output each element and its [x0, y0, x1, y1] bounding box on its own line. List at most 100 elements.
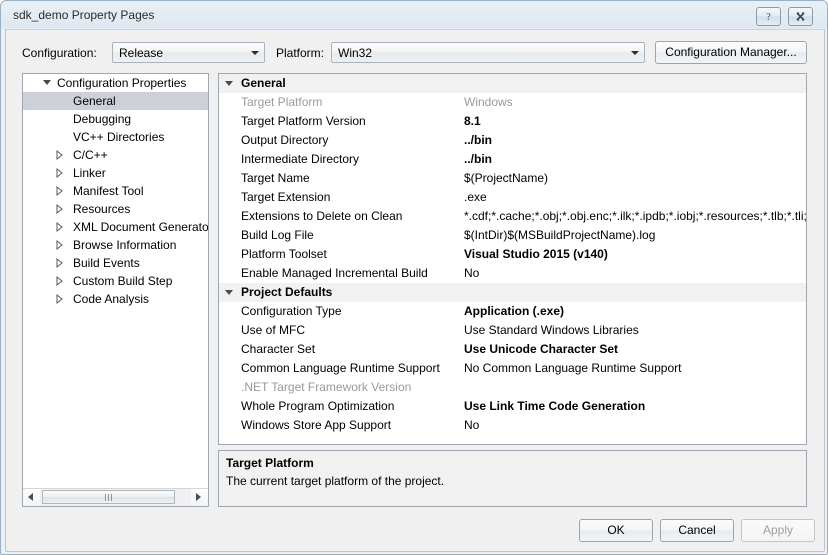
property-row-target-extension[interactable]: Target Extension .exe [219, 188, 806, 207]
property-value[interactable]: Application (.exe) [464, 302, 564, 321]
tree-item-label: Resources [73, 200, 130, 218]
tree-item-label: Code Analysis [73, 290, 149, 308]
tree-item-label: Build Events [73, 254, 140, 272]
property-row-whole-program-optimization[interactable]: Whole Program OptimizationUse Link Time … [219, 397, 806, 416]
property-name: Platform Toolset [241, 245, 327, 264]
property-pages-dialog: sdk_demo Property Pages ? Configuration:… [0, 0, 828, 555]
help-button[interactable]: ? [756, 7, 781, 26]
tree-item-manifest-tool[interactable]: Manifest Tool [23, 182, 208, 200]
arrow-left-icon[interactable] [23, 489, 40, 505]
property-value[interactable]: Windows [464, 93, 513, 112]
tree-horizontal-scrollbar[interactable] [23, 488, 208, 506]
property-name: Target Extension [241, 188, 330, 207]
property-value[interactable]: Use Link Time Code Generation [464, 397, 645, 416]
tree-item-linker[interactable]: Linker [23, 164, 208, 182]
triangle-right-icon[interactable] [56, 240, 63, 250]
close-icon [794, 10, 807, 23]
property-value[interactable]: Use Standard Windows Libraries [464, 321, 639, 340]
property-row-extensions-to-delete-on-clean[interactable]: Extensions to Delete on Clean*.cdf;*.cac… [219, 207, 806, 226]
triangle-down-icon[interactable] [43, 80, 51, 85]
tree-item-configuration-properties[interactable]: Configuration Properties [23, 74, 208, 92]
tree-item-general[interactable]: General [23, 92, 208, 110]
property-name: Target Platform [241, 93, 322, 112]
property-row-output-directory[interactable]: Output Directory ../bin [219, 131, 806, 150]
configuration-label: Configuration: [22, 46, 97, 60]
property-name: Output Directory [241, 131, 328, 150]
property-row-common-language-runtime-support[interactable]: Common Language Runtime SupportNo Common… [219, 359, 806, 378]
tree-item-custom-build-step[interactable]: Custom Build Step [23, 272, 208, 290]
property-row-platform-toolset[interactable]: Platform Toolset Visual Studio 2015 (v140… [219, 245, 806, 264]
property-name: Target Platform Version [241, 112, 366, 131]
property-value[interactable]: No [464, 416, 479, 435]
tree-item-label: Manifest Tool [73, 182, 143, 200]
property-value[interactable]: No [464, 264, 479, 283]
triangle-right-icon[interactable] [56, 204, 63, 214]
tree-item-build-events[interactable]: Build Events [23, 254, 208, 272]
ok-button[interactable]: OK [579, 519, 653, 542]
configuration-tree[interactable]: Configuration PropertiesGeneralDebugging… [22, 73, 209, 507]
tree-item-browse-information[interactable]: Browse Information [23, 236, 208, 254]
scrollbar-thumb[interactable] [42, 490, 175, 504]
property-row-character-set[interactable]: Character Set Use Unicode Character Set [219, 340, 806, 359]
tree-item-xml-document-generator[interactable]: XML Document Generator [23, 218, 208, 236]
close-button[interactable] [788, 7, 813, 26]
property-value[interactable]: 8.1 [464, 112, 481, 131]
property-row-target-name[interactable]: Target Name $(ProjectName) [219, 169, 806, 188]
property-value[interactable]: ../bin [464, 150, 492, 169]
property-value[interactable]: Use Unicode Character Set [464, 340, 618, 359]
description-title: Target Platform [226, 456, 314, 470]
property-row-use-of-mfc[interactable]: Use of MFCUse Standard Windows Libraries [219, 321, 806, 340]
platform-value: Win32 [338, 46, 372, 60]
property-group-project-defaults[interactable]: Project Defaults [219, 283, 806, 302]
property-row-net-target-framework-version[interactable]: .NET Target Framework Version [219, 378, 806, 397]
property-row-windows-store-app-support[interactable]: Windows Store App Support No [219, 416, 806, 435]
property-grid[interactable]: GeneralTarget PlatformWindowsTarget Plat… [218, 73, 807, 445]
property-value[interactable]: $(ProjectName) [464, 169, 548, 188]
property-value[interactable]: .exe [464, 188, 487, 207]
tree-item-debugging[interactable]: Debugging [23, 110, 208, 128]
cancel-button[interactable]: Cancel [660, 519, 734, 542]
property-group-general[interactable]: General [219, 74, 806, 93]
arrow-right-icon[interactable] [191, 489, 208, 505]
property-row-configuration-type[interactable]: Configuration TypeApplication (.exe) [219, 302, 806, 321]
svg-text:?: ? [766, 12, 771, 23]
tree-item-label: Linker [73, 164, 106, 182]
property-name: Enable Managed Incremental Build [241, 264, 428, 283]
tree-item-vc-directories[interactable]: VC++ Directories [23, 128, 208, 146]
tree-item-c-c[interactable]: C/C++ [23, 146, 208, 164]
tree-item-label: XML Document Generator [73, 218, 208, 236]
tree-item-resources[interactable]: Resources [23, 200, 208, 218]
tree-item-code-analysis[interactable]: Code Analysis [23, 290, 208, 308]
property-value[interactable]: *.cdf;*.cache;*.obj;*.obj.enc;*.ilk;*.ip… [464, 207, 806, 226]
property-value[interactable]: No Common Language Runtime Support [464, 359, 681, 378]
triangle-right-icon[interactable] [56, 276, 63, 286]
question-mark-icon: ? [762, 10, 775, 23]
property-row-target-platform[interactable]: Target Platform Windows [219, 93, 806, 112]
property-row-intermediate-directory[interactable]: Intermediate Directory ../bin [219, 150, 806, 169]
tree-item-label: VC++ Directories [73, 128, 164, 146]
title-bar: sdk_demo Property Pages ? [1, 1, 828, 29]
property-value[interactable]: Visual Studio 2015 (v140) [464, 245, 608, 264]
platform-select[interactable]: Win32 [331, 42, 645, 63]
tree-item-label: General [73, 92, 116, 110]
property-row-target-platform-version[interactable]: Target Platform Version 8.1 [219, 112, 806, 131]
property-row-build-log-file[interactable]: Build Log File$(IntDir)$(MSBuildProjectN… [219, 226, 806, 245]
property-name: Windows Store App Support [241, 416, 391, 435]
triangle-right-icon[interactable] [56, 186, 63, 196]
triangle-down-icon[interactable] [225, 290, 233, 295]
property-value[interactable]: ../bin [464, 131, 492, 150]
triangle-right-icon[interactable] [56, 294, 63, 304]
triangle-down-icon[interactable] [225, 81, 233, 86]
property-name: Target Name [241, 169, 310, 188]
property-value[interactable]: $(IntDir)$(MSBuildProjectName).log [464, 226, 655, 245]
triangle-right-icon[interactable] [56, 222, 63, 232]
triangle-right-icon[interactable] [56, 168, 63, 178]
tree-item-label: Debugging [73, 110, 131, 128]
property-name: Intermediate Directory [241, 150, 359, 169]
configuration-select[interactable]: Release [112, 42, 265, 63]
triangle-right-icon[interactable] [56, 258, 63, 268]
property-row-enable-managed-incremental-build[interactable]: Enable Managed Incremental Build No [219, 264, 806, 283]
property-name: Character Set [241, 340, 315, 359]
configuration-manager-button[interactable]: Configuration Manager... [655, 41, 807, 64]
triangle-right-icon[interactable] [56, 150, 63, 160]
